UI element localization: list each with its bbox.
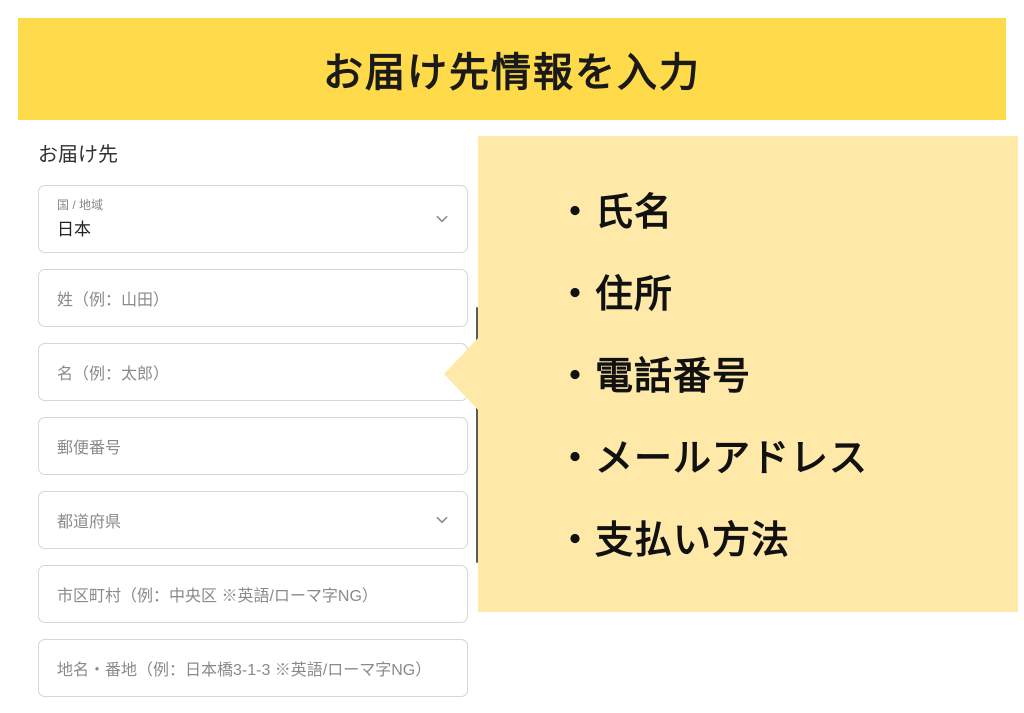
content-area: お届け先 国 / 地域 日本 姓（例：山田） 名（例：太郎） 郵便番号 都道府県 — [0, 130, 1024, 713]
first-name-field[interactable]: 名（例：太郎） — [38, 343, 468, 401]
city-placeholder: 市区町村（例：中央区 ※英語/ローマ字NG） — [57, 582, 449, 606]
callout-item-payment: ・支払い方法 — [556, 522, 970, 560]
header-banner: お届け先情報を入力 — [18, 18, 1006, 120]
country-value: 日本 — [57, 215, 449, 240]
prefecture-select[interactable]: 都道府県 — [38, 491, 468, 549]
callout-box: ・氏名 ・住所 ・電話番号 ・メールアドレス ・支払い方法 — [478, 136, 1018, 612]
last-name-field[interactable]: 姓（例：山田） — [38, 269, 468, 327]
callout-panel: ・氏名 ・住所 ・電話番号 ・メールアドレス ・支払い方法 — [478, 136, 1018, 612]
postal-code-placeholder: 郵便番号 — [57, 434, 449, 458]
prefecture-placeholder: 都道府県 — [57, 508, 449, 532]
field-group: 国 / 地域 日本 姓（例：山田） 名（例：太郎） 郵便番号 都道府県 — [38, 185, 468, 697]
callout-item-name: ・氏名 — [556, 194, 970, 232]
city-field[interactable]: 市区町村（例：中央区 ※英語/ローマ字NG） — [38, 565, 468, 623]
address-field[interactable]: 地名・番地（例：日本橋3-1-3 ※英語/ローマ字NG） — [38, 639, 468, 697]
callout-list: ・氏名 ・住所 ・電話番号 ・メールアドレス ・支払い方法 — [556, 194, 970, 560]
callout-item-phone: ・電話番号 — [556, 358, 970, 396]
last-name-placeholder: 姓（例：山田） — [57, 286, 449, 310]
country-label: 国 / 地域 — [57, 196, 449, 213]
first-name-placeholder: 名（例：太郎） — [57, 360, 449, 384]
address-placeholder: 地名・番地（例：日本橋3-1-3 ※英語/ローマ字NG） — [57, 656, 449, 680]
callout-arrow-icon — [444, 336, 480, 412]
callout-item-address: ・住所 — [556, 276, 970, 314]
page-title: お届け先情報を入力 — [18, 40, 1006, 98]
section-label: お届け先 — [38, 138, 468, 167]
country-select[interactable]: 国 / 地域 日本 — [38, 185, 468, 253]
callout-item-email: ・メールアドレス — [556, 440, 970, 478]
postal-code-field[interactable]: 郵便番号 — [38, 417, 468, 475]
form-column: お届け先 国 / 地域 日本 姓（例：山田） 名（例：太郎） 郵便番号 都道府県 — [38, 130, 468, 713]
